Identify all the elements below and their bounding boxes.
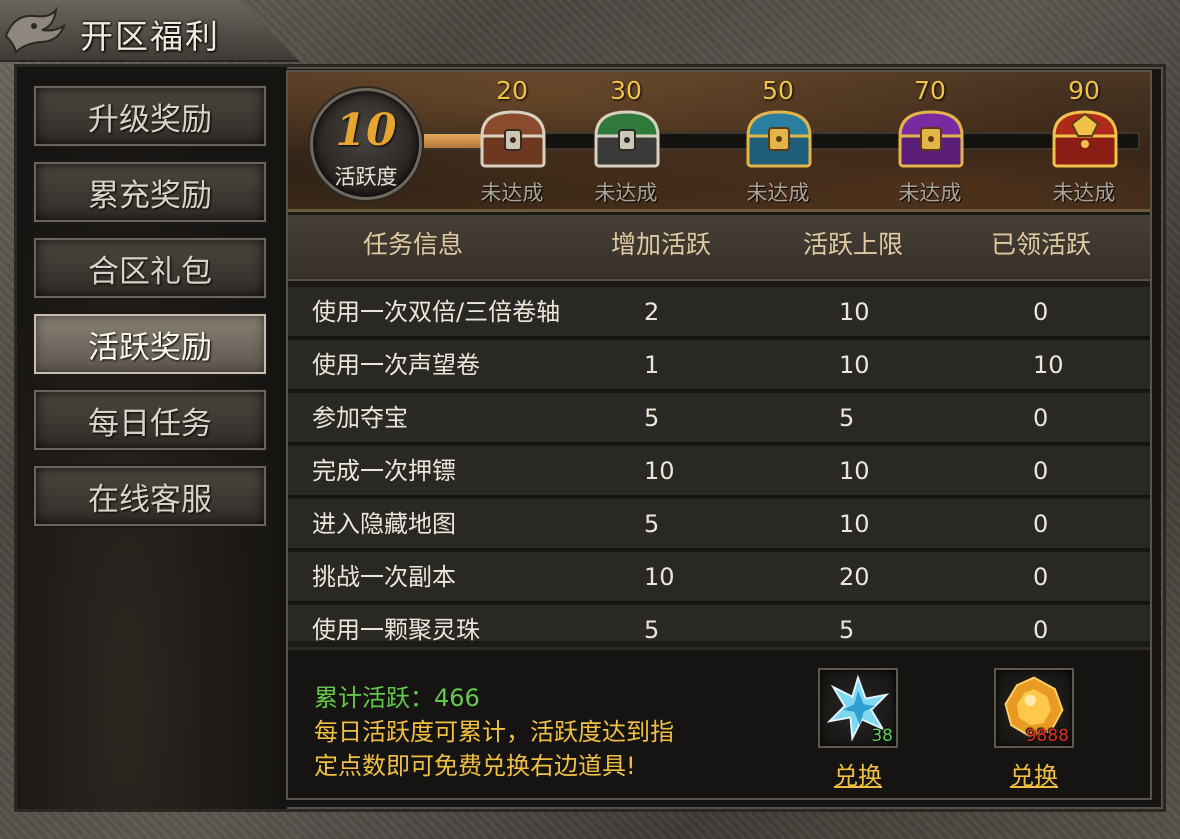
- chest-threshold: 20: [496, 76, 528, 105]
- task-name: 完成一次押镖: [312, 457, 456, 485]
- activity-label: 活跃度: [334, 165, 398, 189]
- chest-status: 未达成: [480, 181, 544, 205]
- task-gain: 5: [644, 616, 660, 641]
- exchange-item-gem[interactable]: 9888: [994, 668, 1074, 748]
- task-gain: 5: [644, 510, 660, 538]
- column-header-gain: 增加活跃: [610, 230, 711, 259]
- chest-threshold: 30: [610, 76, 642, 105]
- activity-badge: 10 活跃度: [310, 88, 422, 200]
- sidebar-item-recharge-reward[interactable]: 累充奖励: [32, 160, 268, 224]
- activity-value: 10: [335, 105, 397, 156]
- red-chest-icon: [1052, 110, 1118, 168]
- chest-status: 未达成: [594, 181, 658, 205]
- item-count: 38: [871, 726, 893, 746]
- task-gain: 2: [644, 298, 660, 326]
- sidebar-item-daily-task[interactable]: 每日任务: [32, 388, 268, 452]
- exchange-panel: 累计活跃：466 每日活跃度可累计，活跃度达到指 定点数即可免费兑换右边道具! …: [288, 647, 1150, 798]
- task-name: 使用一次双倍/三倍卷轴: [312, 298, 561, 326]
- table-row: 进入隐藏地图 5 10 0: [288, 499, 1150, 550]
- sidebar-item-label: 每日任务: [88, 405, 212, 442]
- sidebar-item-activity-reward[interactable]: 活跃奖励: [32, 312, 268, 376]
- total-activity: 累计活跃：466: [314, 684, 480, 712]
- sidebar-item-label: 在线客服: [88, 481, 212, 518]
- task-claimed: 0: [1033, 457, 1049, 485]
- dragon-ornament-icon: [4, 6, 66, 54]
- reward-chest-90[interactable]: 90 未达成: [1036, 72, 1132, 212]
- task-name: 挑战一次副本: [312, 563, 456, 591]
- table-row: 使用一次双倍/三倍卷轴 2 10 0: [288, 287, 1150, 338]
- chest-status: 未达成: [746, 181, 810, 205]
- task-name: 参加夺宝: [312, 404, 408, 432]
- task-limit: 10: [839, 298, 870, 326]
- task-limit: 5: [839, 404, 855, 432]
- task-claimed: 0: [1033, 404, 1049, 432]
- column-header-claimed: 已领活跃: [990, 230, 1091, 259]
- task-gain: 10: [644, 563, 675, 591]
- activity-content: 10 活跃度 20 未达成 30 未达成 50 未达成 70 未达成 90 未达…: [286, 70, 1152, 800]
- chest-threshold: 90: [1068, 76, 1100, 105]
- task-limit: 10: [839, 457, 870, 485]
- task-table-body[interactable]: 使用一次双倍/三倍卷轴 2 10 0 使用一次声望卷 1 10 10 参加夺宝 …: [288, 287, 1150, 641]
- sidebar-item-label: 累充奖励: [88, 177, 212, 214]
- reward-chest-50[interactable]: 50 未达成: [730, 72, 826, 212]
- sidebar-item-label: 活跃奖励: [88, 329, 212, 366]
- reward-chest-30[interactable]: 30 未达成: [578, 72, 674, 212]
- chest-threshold: 70: [914, 76, 946, 105]
- column-header-limit: 活跃上限: [802, 230, 903, 259]
- sidebar-item-merge-gift[interactable]: 合区礼包: [32, 236, 268, 300]
- column-header-task: 任务信息: [362, 230, 463, 259]
- item-count: 9888: [1025, 726, 1069, 746]
- purple-chest-icon: [898, 110, 964, 168]
- chest-status: 未达成: [1052, 181, 1116, 205]
- sidebar-item-label: 升级奖励: [88, 101, 212, 138]
- blue-chest-icon: [746, 110, 812, 168]
- exchange-description-line2: 定点数即可免费兑换右边道具!: [314, 752, 636, 780]
- task-name: 使用一颗聚灵珠: [312, 616, 480, 641]
- task-limit: 10: [839, 351, 870, 379]
- table-row: 挑战一次副本 10 20 0: [288, 552, 1150, 603]
- task-claimed: 0: [1033, 616, 1049, 641]
- task-gain: 10: [644, 457, 675, 485]
- task-table-header: 任务信息 增加活跃 活跃上限 已领活跃: [288, 215, 1150, 281]
- table-row: 参加夺宝 5 5 0: [288, 393, 1150, 444]
- chest-threshold: 50: [762, 76, 794, 105]
- window-frame: 开区福利 升级奖励 累充奖励 合区礼包 活跃奖励 每日任务 在线客服 10 活跃…: [0, 0, 1180, 839]
- task-name: 进入隐藏地图: [312, 510, 456, 538]
- reward-chest-70[interactable]: 70 未达成: [882, 72, 978, 212]
- bronze-chest-icon: [480, 110, 546, 168]
- sidebar-item-label: 合区礼包: [88, 253, 212, 290]
- exchange-button-gem[interactable]: 兑换: [1010, 756, 1058, 791]
- task-limit: 20: [839, 563, 870, 591]
- page-title: 开区福利: [80, 17, 220, 56]
- task-gain: 5: [644, 404, 660, 432]
- title-tab: 开区福利: [0, 0, 300, 62]
- table-row: 完成一次押镖 10 10 0: [288, 446, 1150, 497]
- task-claimed: 0: [1033, 298, 1049, 326]
- table-row: 使用一颗聚灵珠 5 5 0: [288, 605, 1150, 641]
- task-gain: 1: [644, 351, 660, 379]
- exchange-button-crystal[interactable]: 兑换: [834, 756, 882, 791]
- exchange-item-crystal[interactable]: 38: [818, 668, 898, 748]
- task-limit: 5: [839, 616, 855, 641]
- activity-progress-panel: 10 活跃度 20 未达成 30 未达成 50 未达成 70 未达成 90 未达…: [288, 72, 1150, 212]
- reward-chest-20[interactable]: 20 未达成: [464, 72, 560, 212]
- sidebar-item-online-support[interactable]: 在线客服: [32, 464, 268, 528]
- task-claimed: 0: [1033, 563, 1049, 591]
- task-name: 使用一次声望卷: [312, 351, 480, 379]
- chest-status: 未达成: [898, 181, 962, 205]
- task-claimed: 0: [1033, 510, 1049, 538]
- table-row: 使用一次声望卷 1 10 10: [288, 340, 1150, 391]
- exchange-description-line1: 每日活跃度可累计，活跃度达到指: [314, 718, 674, 746]
- task-claimed: 10: [1033, 351, 1064, 379]
- task-limit: 10: [839, 510, 870, 538]
- green-chest-icon: [594, 110, 660, 168]
- sidebar-item-level-reward[interactable]: 升级奖励: [32, 84, 268, 148]
